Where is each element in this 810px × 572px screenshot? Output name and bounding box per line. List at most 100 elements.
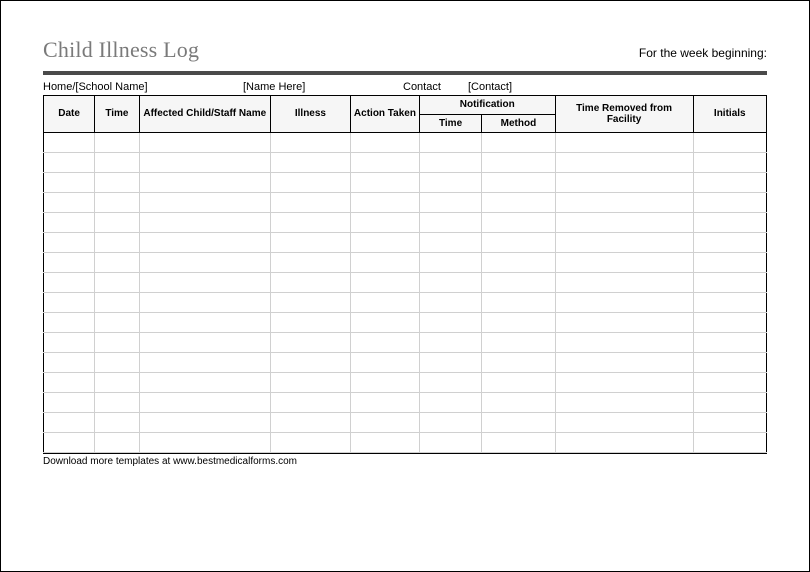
- table-cell[interactable]: [482, 133, 555, 153]
- table-cell[interactable]: [270, 133, 350, 153]
- table-cell[interactable]: [95, 133, 139, 153]
- table-cell[interactable]: [419, 233, 481, 253]
- table-cell[interactable]: [270, 193, 350, 213]
- table-cell[interactable]: [555, 253, 693, 273]
- table-cell[interactable]: [350, 393, 419, 413]
- table-cell[interactable]: [555, 293, 693, 313]
- table-cell[interactable]: [482, 233, 555, 253]
- table-cell[interactable]: [350, 153, 419, 173]
- table-cell[interactable]: [555, 353, 693, 373]
- table-cell[interactable]: [95, 333, 139, 353]
- table-cell[interactable]: [693, 413, 766, 433]
- table-cell[interactable]: [270, 393, 350, 413]
- table-cell[interactable]: [555, 233, 693, 253]
- table-cell[interactable]: [419, 413, 481, 433]
- table-cell[interactable]: [44, 193, 95, 213]
- table-cell[interactable]: [95, 193, 139, 213]
- table-cell[interactable]: [44, 253, 95, 273]
- table-cell[interactable]: [44, 173, 95, 193]
- table-cell[interactable]: [419, 313, 481, 333]
- table-cell[interactable]: [44, 353, 95, 373]
- table-cell[interactable]: [139, 253, 270, 273]
- table-cell[interactable]: [139, 313, 270, 333]
- table-cell[interactable]: [419, 373, 481, 393]
- table-cell[interactable]: [44, 273, 95, 293]
- table-cell[interactable]: [693, 273, 766, 293]
- table-cell[interactable]: [482, 413, 555, 433]
- table-cell[interactable]: [350, 433, 419, 453]
- table-cell[interactable]: [482, 293, 555, 313]
- table-cell[interactable]: [693, 193, 766, 213]
- table-cell[interactable]: [555, 373, 693, 393]
- table-cell[interactable]: [482, 253, 555, 273]
- table-cell[interactable]: [350, 413, 419, 433]
- table-cell[interactable]: [419, 153, 481, 173]
- table-cell[interactable]: [95, 253, 139, 273]
- table-cell[interactable]: [95, 433, 139, 453]
- table-cell[interactable]: [350, 253, 419, 273]
- table-cell[interactable]: [270, 353, 350, 373]
- table-cell[interactable]: [419, 273, 481, 293]
- table-cell[interactable]: [350, 173, 419, 193]
- table-cell[interactable]: [350, 213, 419, 233]
- table-cell[interactable]: [95, 293, 139, 313]
- table-cell[interactable]: [350, 333, 419, 353]
- table-cell[interactable]: [44, 313, 95, 333]
- table-cell[interactable]: [44, 393, 95, 413]
- table-cell[interactable]: [270, 253, 350, 273]
- table-cell[interactable]: [693, 433, 766, 453]
- table-cell[interactable]: [44, 233, 95, 253]
- table-cell[interactable]: [270, 273, 350, 293]
- table-cell[interactable]: [419, 253, 481, 273]
- table-cell[interactable]: [693, 153, 766, 173]
- table-cell[interactable]: [95, 413, 139, 433]
- table-cell[interactable]: [555, 153, 693, 173]
- table-cell[interactable]: [350, 313, 419, 333]
- table-cell[interactable]: [270, 233, 350, 253]
- table-cell[interactable]: [95, 213, 139, 233]
- table-cell[interactable]: [44, 213, 95, 233]
- table-cell[interactable]: [693, 233, 766, 253]
- table-cell[interactable]: [693, 213, 766, 233]
- table-cell[interactable]: [44, 153, 95, 173]
- table-cell[interactable]: [139, 353, 270, 373]
- table-cell[interactable]: [44, 373, 95, 393]
- table-cell[interactable]: [419, 193, 481, 213]
- table-cell[interactable]: [693, 173, 766, 193]
- table-cell[interactable]: [482, 353, 555, 373]
- table-cell[interactable]: [555, 273, 693, 293]
- table-cell[interactable]: [693, 393, 766, 413]
- table-cell[interactable]: [419, 333, 481, 353]
- table-cell[interactable]: [555, 213, 693, 233]
- table-cell[interactable]: [139, 333, 270, 353]
- table-cell[interactable]: [44, 293, 95, 313]
- table-cell[interactable]: [482, 373, 555, 393]
- table-cell[interactable]: [270, 413, 350, 433]
- table-cell[interactable]: [693, 353, 766, 373]
- table-cell[interactable]: [693, 253, 766, 273]
- table-cell[interactable]: [693, 313, 766, 333]
- table-cell[interactable]: [139, 273, 270, 293]
- table-cell[interactable]: [482, 193, 555, 213]
- table-cell[interactable]: [44, 413, 95, 433]
- table-cell[interactable]: [419, 213, 481, 233]
- table-cell[interactable]: [555, 133, 693, 153]
- table-cell[interactable]: [555, 193, 693, 213]
- table-cell[interactable]: [270, 333, 350, 353]
- table-cell[interactable]: [555, 413, 693, 433]
- table-cell[interactable]: [482, 333, 555, 353]
- table-cell[interactable]: [482, 433, 555, 453]
- table-cell[interactable]: [270, 293, 350, 313]
- table-cell[interactable]: [270, 153, 350, 173]
- table-cell[interactable]: [350, 233, 419, 253]
- table-cell[interactable]: [95, 173, 139, 193]
- table-cell[interactable]: [419, 353, 481, 373]
- table-cell[interactable]: [419, 393, 481, 413]
- table-cell[interactable]: [139, 393, 270, 413]
- table-cell[interactable]: [95, 313, 139, 333]
- table-cell[interactable]: [419, 173, 481, 193]
- table-cell[interactable]: [270, 213, 350, 233]
- table-cell[interactable]: [139, 213, 270, 233]
- table-cell[interactable]: [350, 293, 419, 313]
- table-cell[interactable]: [555, 313, 693, 333]
